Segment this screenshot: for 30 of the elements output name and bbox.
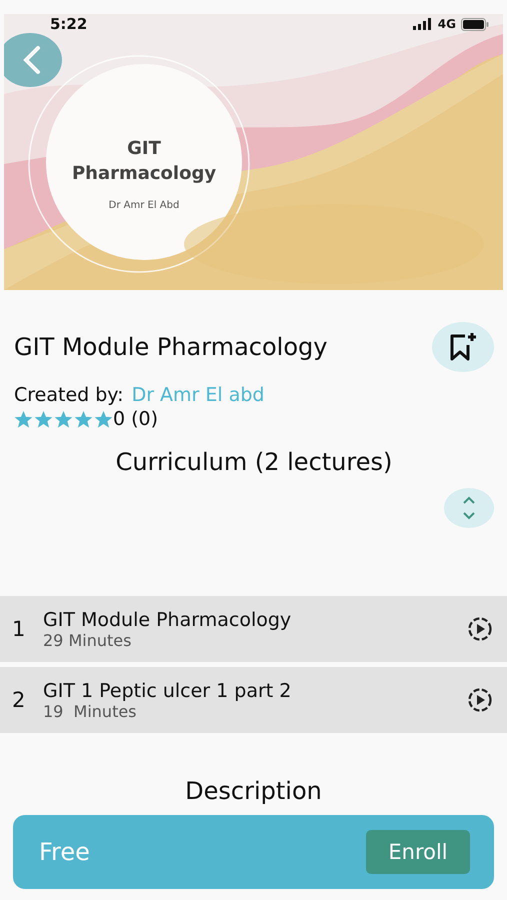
lecture-title: GIT Module Pharmacology xyxy=(43,608,292,630)
expand-button[interactable] xyxy=(444,488,494,528)
created-by-label: Created by: xyxy=(14,384,124,406)
lecture-title: GIT 1 Peptic ulcer 1 part 2 xyxy=(43,680,292,702)
star-icon xyxy=(54,410,73,428)
cover-subtitle: Dr Amr El Abd xyxy=(108,200,180,212)
status-time: 5:22 xyxy=(50,15,88,33)
star-icon xyxy=(74,410,93,428)
expand-icon xyxy=(461,495,477,521)
network-label: 4G xyxy=(438,17,456,31)
lecture-duration: 29 Minutes xyxy=(43,630,132,650)
chevron-left-icon xyxy=(22,45,42,75)
curriculum-heading: Curriculum (2 lectures) xyxy=(114,448,394,476)
battery-icon xyxy=(461,18,489,30)
star-icon xyxy=(14,410,33,428)
course-title: GIT Module Pharmacology xyxy=(14,333,328,361)
cover-title: GIT Pharmacology xyxy=(70,137,218,186)
lecture-number: 1 xyxy=(12,617,26,641)
signal-icon xyxy=(412,18,433,30)
enroll-button[interactable]: Enroll xyxy=(366,830,470,874)
lecture-duration: 19 Minutes xyxy=(43,702,138,720)
rating-count: 0 (0) xyxy=(113,408,158,430)
play-icon xyxy=(467,616,493,642)
play-icon xyxy=(467,687,493,713)
lecture-number: 2 xyxy=(12,688,26,712)
price-label: Free xyxy=(39,838,90,866)
lecture-row[interactable]: 2 GIT 1 Peptic ulcer 1 part 2 19 Minutes xyxy=(0,667,507,733)
star-icon xyxy=(34,410,53,428)
star-icon xyxy=(94,410,113,428)
description-heading: Description xyxy=(184,777,323,805)
